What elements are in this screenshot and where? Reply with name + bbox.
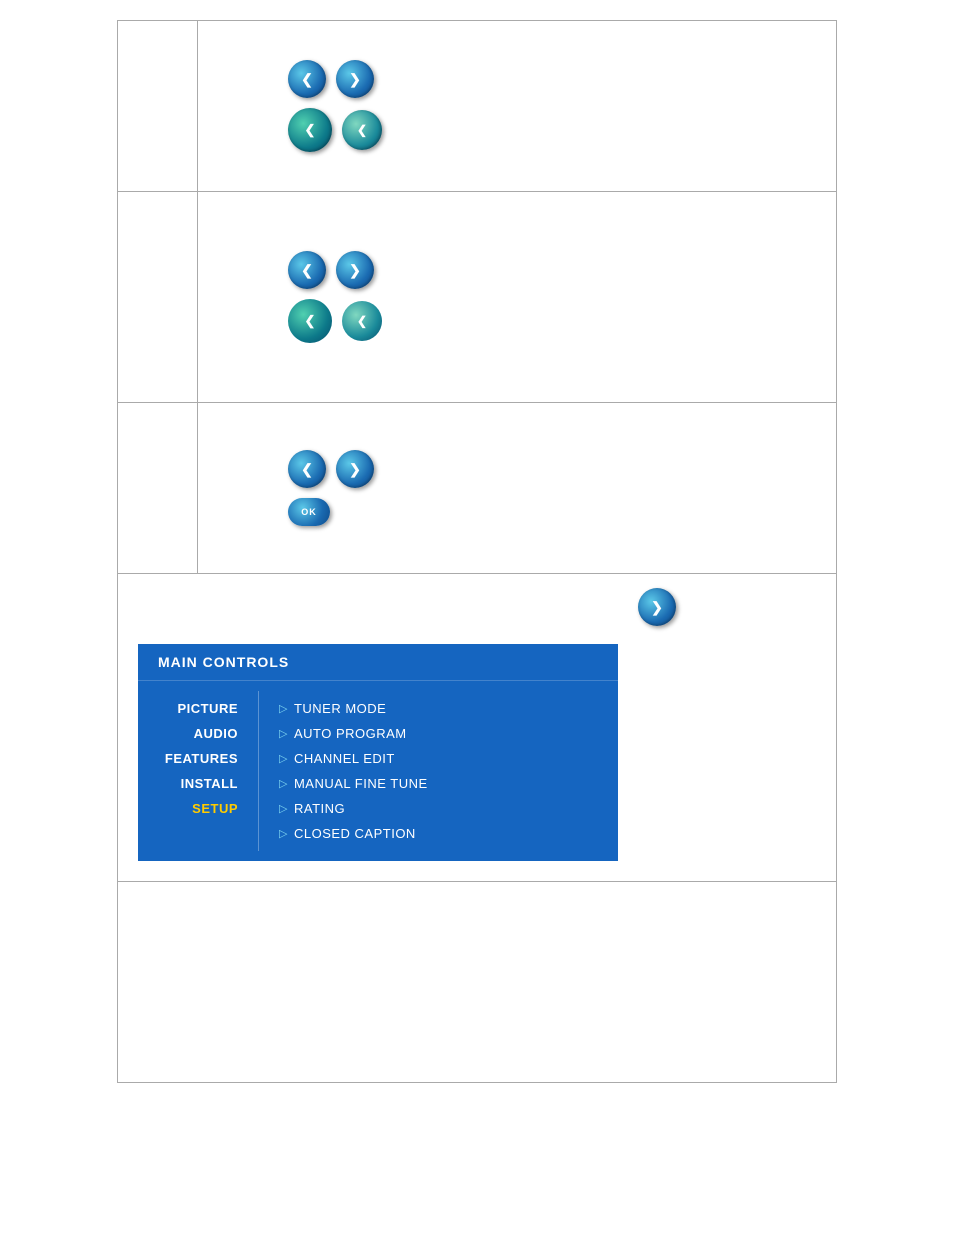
row4-right-arrow-button[interactable]: ❯: [638, 588, 676, 626]
menu-right-manual-fine-tune[interactable]: ▷ MANUAL FINE TUNE: [279, 771, 598, 796]
row2-du-buttons: ❮ ❮: [288, 299, 382, 343]
row1-du-buttons: ❮ ❮: [288, 108, 382, 152]
row3-lr-buttons: ❮ ❯: [288, 450, 374, 488]
row2-nav: ❮ ❯ ❮ ❮: [288, 251, 382, 343]
ok-label: OK: [301, 507, 317, 517]
row2-left-arrow-button[interactable]: ❮: [288, 251, 326, 289]
down-arrow-icon-2: ❮: [305, 313, 316, 329]
menu-item-setup[interactable]: SETUP: [158, 796, 238, 821]
row3-left: [118, 403, 198, 573]
down-arrow-icon: ❮: [305, 122, 316, 138]
right-arrow-icon-2: ❯: [349, 262, 361, 279]
row1-up-arrow-button[interactable]: ❮: [342, 110, 382, 150]
row1-nav: ❮ ❯ ❮ ❮: [288, 60, 382, 152]
row-3: ❮ ❯ OK: [118, 403, 836, 574]
arrow-icon-manual: ▷: [279, 777, 288, 790]
right-arrow-icon: ❯: [349, 71, 361, 88]
left-arrow-icon: ❮: [301, 71, 313, 88]
menu-item-features[interactable]: FEATURES: [158, 746, 238, 771]
row2-right-arrow-button[interactable]: ❯: [336, 251, 374, 289]
row1-down-arrow-button[interactable]: ❮: [288, 108, 332, 152]
main-controls-menu: MAIN CONTROLS PICTURE AUDIO FEATURES INS…: [138, 644, 618, 861]
row1-lr-buttons: ❮ ❯: [288, 60, 382, 98]
row1-left: [118, 21, 198, 191]
row2-down-arrow-button[interactable]: ❮: [288, 299, 332, 343]
menu-right-column: ▷ TUNER MODE ▷ AUTO PROGRAM ▷ CHANNEL ED…: [259, 681, 618, 861]
arrow-icon-auto: ▷: [279, 727, 288, 740]
menu-right-rating[interactable]: ▷ RATING: [279, 796, 598, 821]
row3-right: ❮ ❯ OK: [198, 403, 836, 573]
row1-right: ❮ ❯ ❮ ❮: [198, 21, 836, 191]
arrow-icon-tuner: ▷: [279, 702, 288, 715]
row3-right-arrow-button[interactable]: ❯: [336, 450, 374, 488]
menu-body: PICTURE AUDIO FEATURES INSTALL SETUP ▷ T…: [138, 681, 618, 861]
row-1: ❮ ❯ ❮ ❮: [118, 21, 836, 192]
ok-button[interactable]: OK: [288, 498, 330, 526]
left-arrow-icon-3: ❮: [301, 461, 313, 478]
left-arrow-icon-2: ❮: [301, 262, 313, 279]
menu-right-closed-caption[interactable]: ▷ CLOSED CAPTION: [279, 821, 598, 846]
instruction-table: ❮ ❯ ❮ ❮: [117, 20, 837, 1083]
row2-left: [118, 192, 198, 402]
right-arrow-icon-3: ❯: [349, 461, 361, 478]
row2-right: ❮ ❯ ❮ ❮: [198, 192, 836, 402]
row2-lr-buttons: ❮ ❯: [288, 251, 382, 289]
row4-full: ❯ MAIN CONTROLS PICTURE AUDIO FEATURES I…: [118, 574, 836, 881]
menu-item-install[interactable]: INSTALL: [158, 771, 238, 796]
row3-left-arrow-button[interactable]: ❮: [288, 450, 326, 488]
row2-up-arrow-button[interactable]: ❮: [342, 301, 382, 341]
row3-ok-button-row: OK: [288, 498, 374, 526]
menu-item-picture[interactable]: PICTURE: [158, 696, 238, 721]
row-2: ❮ ❯ ❮ ❮: [118, 192, 836, 403]
up-arrow-icon-2: ❮: [357, 314, 367, 328]
arrow-icon-channel: ▷: [279, 752, 288, 765]
row-4: ❯ MAIN CONTROLS PICTURE AUDIO FEATURES I…: [118, 574, 836, 882]
arrow-icon-rating: ▷: [279, 802, 288, 815]
up-arrow-icon: ❮: [357, 123, 367, 137]
row3-nav: ❮ ❯ OK: [288, 450, 374, 526]
row1-right-arrow-button[interactable]: ❯: [336, 60, 374, 98]
menu-right-tuner-mode[interactable]: ▷ TUNER MODE: [279, 696, 598, 721]
menu-right-channel-edit[interactable]: ▷ CHANNEL EDIT: [279, 746, 598, 771]
menu-left-column: PICTURE AUDIO FEATURES INSTALL SETUP: [138, 681, 258, 861]
arrow-icon-caption: ▷: [279, 827, 288, 840]
menu-title: MAIN CONTROLS: [138, 644, 618, 681]
menu-right-auto-program[interactable]: ▷ AUTO PROGRAM: [279, 721, 598, 746]
right-arrow-icon-4: ❯: [651, 599, 663, 616]
menu-item-audio[interactable]: AUDIO: [158, 721, 238, 746]
row5-full: [118, 882, 836, 1082]
page-container: ❮ ❯ ❮ ❮: [0, 0, 954, 1235]
row1-left-arrow-button[interactable]: ❮: [288, 60, 326, 98]
row-5: [118, 882, 836, 1082]
